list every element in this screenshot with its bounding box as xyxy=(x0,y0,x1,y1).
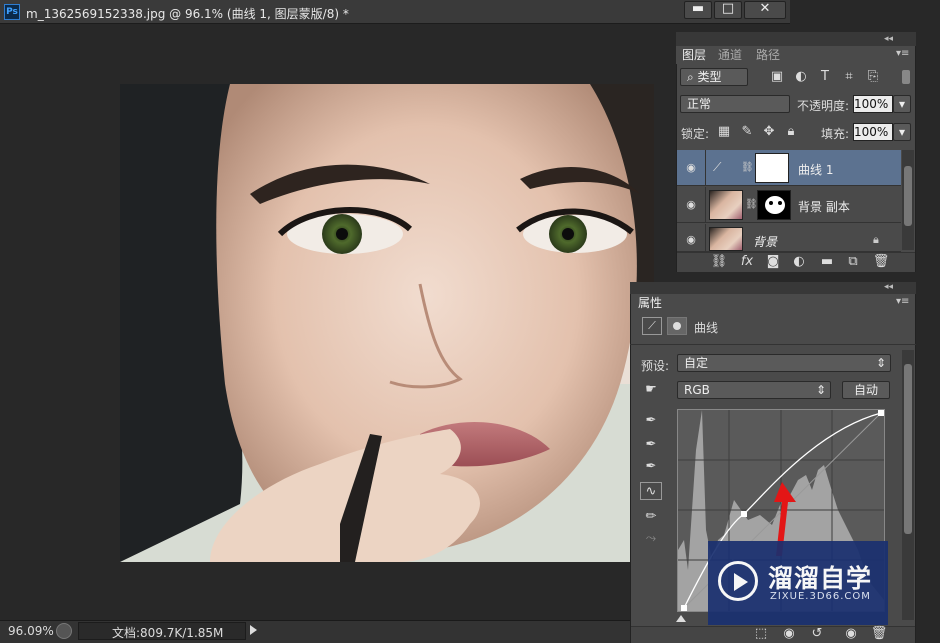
search-icon: ⌕ xyxy=(687,70,698,84)
close-icon: ✕ xyxy=(759,1,771,16)
lock-move-icon[interactable]: ✥ xyxy=(760,123,778,141)
clip-to-layer-icon[interactable]: ⬚ xyxy=(752,626,770,642)
trash-icon[interactable]: 🗑︎ xyxy=(870,626,888,642)
layer-row-background[interactable]: ◉ 背景 🔒︎ xyxy=(677,224,901,252)
link-layers-icon[interactable]: ⛓ xyxy=(710,253,728,271)
watermark: 溜溜自学 ZIXUE.3D66.COM xyxy=(708,541,888,625)
auto-button[interactable]: 自动 xyxy=(842,381,890,399)
preset-select[interactable]: 自定 ⇕ xyxy=(677,354,891,372)
doc-info: 文档:809.7K/1.85M xyxy=(112,626,224,640)
lock-transparent-icon[interactable]: ▦ xyxy=(715,123,733,141)
tab-properties[interactable]: 属性 xyxy=(632,294,669,312)
status-menu-arrow-icon[interactable] xyxy=(250,625,257,635)
document-photo[interactable] xyxy=(120,84,654,562)
layer-thumbnail[interactable] xyxy=(709,227,743,251)
panel-dock-strip xyxy=(676,32,916,46)
properties-scrollbar[interactable] xyxy=(902,350,914,620)
new-layer-icon[interactable]: ⧉ xyxy=(844,253,862,271)
lock-all-icon[interactable]: 🔒︎ xyxy=(782,123,800,141)
layer-name[interactable]: 背景 副本 xyxy=(798,198,850,215)
lock-brush-icon[interactable]: ✎ xyxy=(738,123,756,141)
opacity-label: 不透明度: xyxy=(797,99,850,113)
curves-adjustment-icon[interactable]: ⟋ xyxy=(642,317,662,335)
layer-mask-thumbnail[interactable] xyxy=(757,190,791,220)
channel-select[interactable]: RGB ⇕ xyxy=(677,381,831,399)
filter-shape-icon[interactable]: ⌗ xyxy=(840,68,858,86)
curve-edit-icon[interactable]: ∿ xyxy=(640,482,662,500)
pencil-icon[interactable]: ✏ xyxy=(642,508,660,526)
trash-icon[interactable]: 🗑︎ xyxy=(872,253,890,271)
layer-name[interactable]: 背景 xyxy=(753,233,777,250)
layer-mask-thumbnail[interactable] xyxy=(755,153,789,183)
minimize-icon: ▬ xyxy=(691,1,705,16)
filter-pixel-icon[interactable]: ▣ xyxy=(768,68,786,86)
filter-smart-icon[interactable]: ⎘ xyxy=(864,68,882,86)
panel-menu-icon[interactable]: ▾≡ xyxy=(896,48,909,59)
fill-label: 填充: xyxy=(821,127,850,141)
status-info-icon[interactable] xyxy=(56,623,72,639)
opacity-dropdown-icon[interactable]: ▾ xyxy=(893,95,911,113)
filter-type-select[interactable]: ⌕ 类型 xyxy=(680,68,748,86)
view-previous-icon[interactable]: ◉ xyxy=(780,626,798,642)
watermark-brand: 溜溜自学 xyxy=(768,564,873,593)
opacity-input[interactable]: 100% xyxy=(853,95,893,113)
minimize-button[interactable]: ▬ xyxy=(684,1,712,19)
tab-layers[interactable]: 图层 xyxy=(676,46,713,64)
new-adjustment-icon[interactable]: ◐ xyxy=(790,253,808,271)
smooth-icon[interactable]: ⤳ xyxy=(642,530,660,548)
filter-type-icon[interactable]: T xyxy=(816,68,834,86)
portrait-image xyxy=(120,84,654,562)
props-dock-strip xyxy=(630,282,916,294)
curves-adjustment-icon: ⟋ xyxy=(713,160,722,174)
visibility-eye-icon[interactable]: ◉ xyxy=(683,199,699,211)
visibility-eye-icon[interactable]: ◉ xyxy=(683,234,699,246)
visibility-eye-icon[interactable]: ◉ xyxy=(683,162,699,174)
collapse-icon[interactable]: ◂◂ xyxy=(884,34,893,44)
toggle-visibility-icon[interactable]: ◉ xyxy=(842,626,860,642)
hand-adjust-icon[interactable]: ☛ xyxy=(642,381,660,399)
tab-paths[interactable]: 路径 xyxy=(750,46,786,64)
document-title: m_1362569152338.jpg @ 96.1% (曲线 1, 图层蒙版/… xyxy=(26,7,349,21)
fill-dropdown-icon[interactable]: ▾ xyxy=(893,123,911,141)
mask-shape xyxy=(765,196,785,214)
zoom-level[interactable]: 96.09% xyxy=(8,624,54,638)
layer-thumbnail[interactable] xyxy=(709,190,743,220)
filter-adjustment-icon[interactable]: ◐ xyxy=(792,68,810,86)
watermark-logo-icon xyxy=(718,561,758,601)
chevron-updown-icon: ⇕ xyxy=(875,356,886,370)
link-icon[interactable]: ⛓ xyxy=(741,162,754,173)
collapse-icon[interactable]: ◂◂ xyxy=(884,282,893,292)
layer-name[interactable]: 曲线 1 xyxy=(798,161,833,178)
filter-toggle[interactable] xyxy=(902,70,910,84)
preset-label: 预设: xyxy=(641,359,670,373)
eyedropper-gray-icon[interactable]: ✒ xyxy=(642,436,660,454)
layer-row-bg-copy[interactable]: ◉ ⛓ 背景 副本 xyxy=(677,187,901,223)
chevron-updown-icon: ⇕ xyxy=(815,383,826,397)
fx-icon[interactable]: fx xyxy=(738,253,756,271)
black-point-slider-icon[interactable] xyxy=(676,615,686,622)
watermark-url: ZIXUE.3D66.COM xyxy=(770,591,871,602)
mask-icon[interactable] xyxy=(667,317,687,335)
maximize-icon: □ xyxy=(721,1,735,16)
eyedropper-white-icon[interactable]: ✒ xyxy=(642,458,660,476)
close-button[interactable]: ✕ xyxy=(744,1,786,19)
photoshop-icon: Ps xyxy=(4,4,20,20)
lock-label: 锁定: xyxy=(681,127,710,141)
link-icon[interactable]: ⛓ xyxy=(745,199,758,210)
layer-row-curves[interactable]: ◉ ⟋ ⛓ 曲线 1 xyxy=(677,150,901,186)
maximize-button[interactable]: □ xyxy=(714,1,742,19)
add-mask-icon[interactable]: ◙ xyxy=(764,253,782,271)
eyedropper-black-icon[interactable]: ✒ xyxy=(642,412,660,430)
tab-channels[interactable]: 通道 xyxy=(712,46,748,64)
blend-mode-select[interactable]: 正常 xyxy=(680,95,790,113)
new-group-icon[interactable]: ▬ xyxy=(818,253,836,271)
layer-lock-icon: 🔒︎ xyxy=(873,233,879,246)
panel-menu-icon[interactable]: ▾≡ xyxy=(896,296,909,307)
fill-input[interactable]: 100% xyxy=(853,123,893,141)
properties-title: 曲线 xyxy=(694,321,719,335)
reset-icon[interactable]: ↺ xyxy=(808,626,826,642)
layers-scrollbar[interactable] xyxy=(902,150,914,250)
